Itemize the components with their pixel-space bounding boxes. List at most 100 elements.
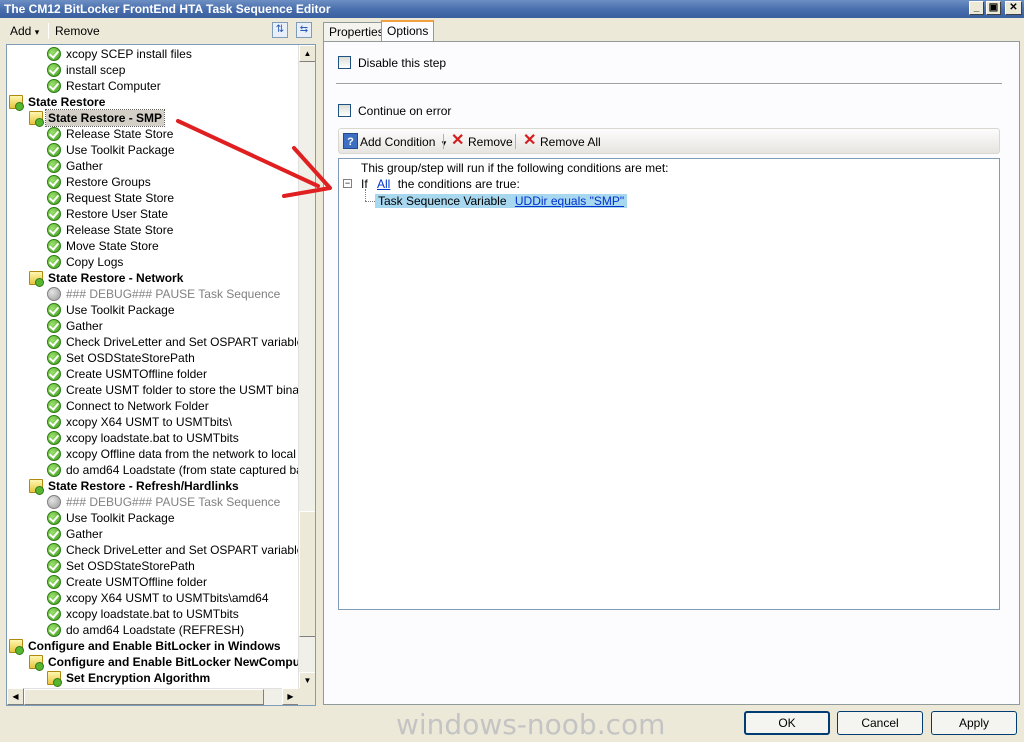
tree-item-label: do amd64 Loadstate (from state captured … — [66, 463, 299, 477]
conditions-true-label: the conditions are true: — [397, 177, 520, 191]
step-check-icon — [47, 367, 61, 381]
apply-button[interactable]: Apply — [931, 711, 1017, 735]
window-controls: _ ▣ ✕ — [969, 1, 1022, 15]
tree-item-label: xcopy Offline data from the network to l… — [66, 447, 299, 461]
move-down-icon[interactable]: ⇆ — [296, 22, 312, 38]
step-check-icon — [47, 335, 61, 349]
scroll-left-icon[interactable]: ◀ — [7, 688, 24, 705]
minimize-button[interactable]: _ — [969, 1, 984, 15]
tree-item-label: Create USMTOffline folder — [66, 575, 207, 589]
tree-item-label: Use Toolkit Package — [66, 511, 175, 525]
tree-connector — [365, 189, 366, 201]
step-check-icon — [47, 239, 61, 253]
step-check-icon — [47, 383, 61, 397]
step-check-icon — [47, 63, 61, 77]
step-check-icon — [47, 127, 61, 141]
tree-item-label: Create USMT folder to store the USMT bin… — [66, 383, 299, 397]
tree-item-label: Connect to Network Folder — [66, 399, 209, 413]
step-check-icon — [47, 607, 61, 621]
step-check-icon — [47, 447, 61, 461]
close-button[interactable]: ✕ — [1005, 1, 1022, 15]
tree-item-label: Check DriveLetter and Set OSPART variabl… — [66, 543, 299, 557]
step-check-icon — [47, 47, 61, 61]
condition-item-selected[interactable]: Task Sequence Variable UDDir equals "SMP… — [375, 194, 628, 208]
tree-item-label: Create USMTOffline folder — [66, 367, 207, 381]
toolbar-separator — [443, 134, 444, 149]
group-folder-icon — [29, 655, 44, 671]
if-all-condition: If All the conditions are true: — [361, 177, 520, 191]
toolbar-separator — [48, 23, 49, 39]
scroll-down-icon[interactable]: ▼ — [299, 672, 315, 689]
tab-properties[interactable]: Properties — [323, 22, 390, 41]
scroll-up-icon[interactable]: ▲ — [299, 45, 315, 62]
step-check-icon — [47, 191, 61, 205]
step-check-icon — [47, 223, 61, 237]
tree-item-label: State Restore - Network — [48, 271, 184, 285]
condition-toolbar: ? Add Condition ▾ ✕ Remove ✕ Remove All — [338, 128, 1000, 154]
step-check-icon — [47, 319, 61, 333]
tree-item-label: Use Toolkit Package — [66, 143, 175, 157]
remove-step-button[interactable]: Remove — [55, 22, 100, 40]
tree-item-label: Restart Computer — [66, 79, 161, 93]
all-link[interactable]: All — [377, 177, 390, 191]
tree-item-label: Restore Groups — [66, 175, 151, 189]
conditions-tree[interactable]: This group/step will run if the followin… — [338, 158, 1000, 610]
scroll-thumb[interactable] — [299, 511, 315, 637]
step-check-icon — [47, 303, 61, 317]
tree-item-label: Gather — [66, 319, 103, 333]
step-check-icon — [47, 255, 61, 269]
continue-on-error-checkbox[interactable] — [338, 104, 351, 117]
tree-toolbar: Add ▾ Remove ⇅ ⇆ — [4, 20, 316, 42]
step-check-icon — [47, 431, 61, 445]
tree-item-label: Set Encryption Algorithm — [66, 671, 211, 685]
group-folder-icon — [29, 271, 44, 287]
tree-item-label: xcopy loadstate.bat to USMTbits — [66, 431, 239, 445]
scroll-corner — [298, 688, 315, 705]
disable-step-label: Disable this step — [358, 56, 447, 70]
step-check-icon — [47, 623, 61, 637]
add-condition-button[interactable]: Add Condition ▾ — [360, 133, 446, 151]
tree-item-label: Check DriveLetter and Set OSPART variabl… — [66, 335, 299, 349]
tree-item-label: ### DEBUG### PAUSE Task Sequence — [66, 495, 281, 509]
disable-step-checkbox[interactable] — [338, 56, 351, 69]
move-up-icon[interactable]: ⇅ — [272, 22, 288, 38]
tree-item-label: Release State Store — [66, 223, 174, 237]
tree-item-label: Configure and Enable BitLocker in Window… — [28, 639, 281, 653]
collapse-icon[interactable]: − — [343, 179, 352, 188]
conditions-header: This group/step will run if the followin… — [361, 161, 669, 175]
add-condition-icon: ? — [343, 133, 358, 149]
tree-item-label: Gather — [66, 527, 103, 541]
tab-options[interactable]: Options — [381, 20, 435, 42]
divider — [336, 83, 1002, 85]
tree-vertical-scrollbar[interactable]: ▲ ▼ — [298, 45, 315, 689]
horizontal-scroll-thumb[interactable] — [24, 689, 264, 705]
tree-item-label: Set OSDStateStorePath — [66, 351, 195, 365]
tree-item-label: Use Toolkit Package — [66, 303, 175, 317]
group-folder-icon — [9, 639, 24, 655]
step-check-icon — [47, 527, 61, 541]
tree-item-label: xcopy X64 USMT to USMTbits\amd64 — [66, 591, 269, 605]
remove-condition-button[interactable]: Remove — [468, 133, 513, 151]
add-label: Add — [10, 24, 32, 38]
disabled-step-icon — [47, 287, 61, 301]
remove-all-button[interactable]: Remove All — [540, 133, 601, 151]
tree-item-label: Request State Store — [66, 191, 175, 205]
group-folder-icon — [29, 479, 44, 495]
step-check-icon — [47, 463, 61, 477]
step-check-icon — [47, 351, 61, 365]
tree-item-label: Move State Store — [66, 239, 159, 253]
step-check-icon — [47, 207, 61, 221]
ok-button[interactable]: OK — [744, 711, 830, 735]
tree-item-label: Copy Logs — [66, 255, 124, 269]
add-condition-label: Add Condition — [360, 135, 436, 149]
tree-horizontal-scrollbar[interactable]: ◀ ▶ — [7, 688, 299, 705]
step-check-icon — [47, 511, 61, 525]
variable-condition-link[interactable]: UDDir equals "SMP" — [515, 194, 624, 208]
cancel-button[interactable]: Cancel — [837, 711, 923, 735]
maximize-button[interactable]: ▣ — [986, 1, 1001, 15]
scroll-right-icon[interactable]: ▶ — [282, 688, 299, 705]
task-sequence-tree[interactable]: xcopy SCEP install files install scep Rest… — [6, 44, 316, 706]
add-menu-button[interactable]: Add ▾ — [10, 22, 39, 40]
tree-items: xcopy SCEP install files install scep Rest… — [7, 45, 299, 687]
toolbar-separator — [515, 134, 516, 149]
